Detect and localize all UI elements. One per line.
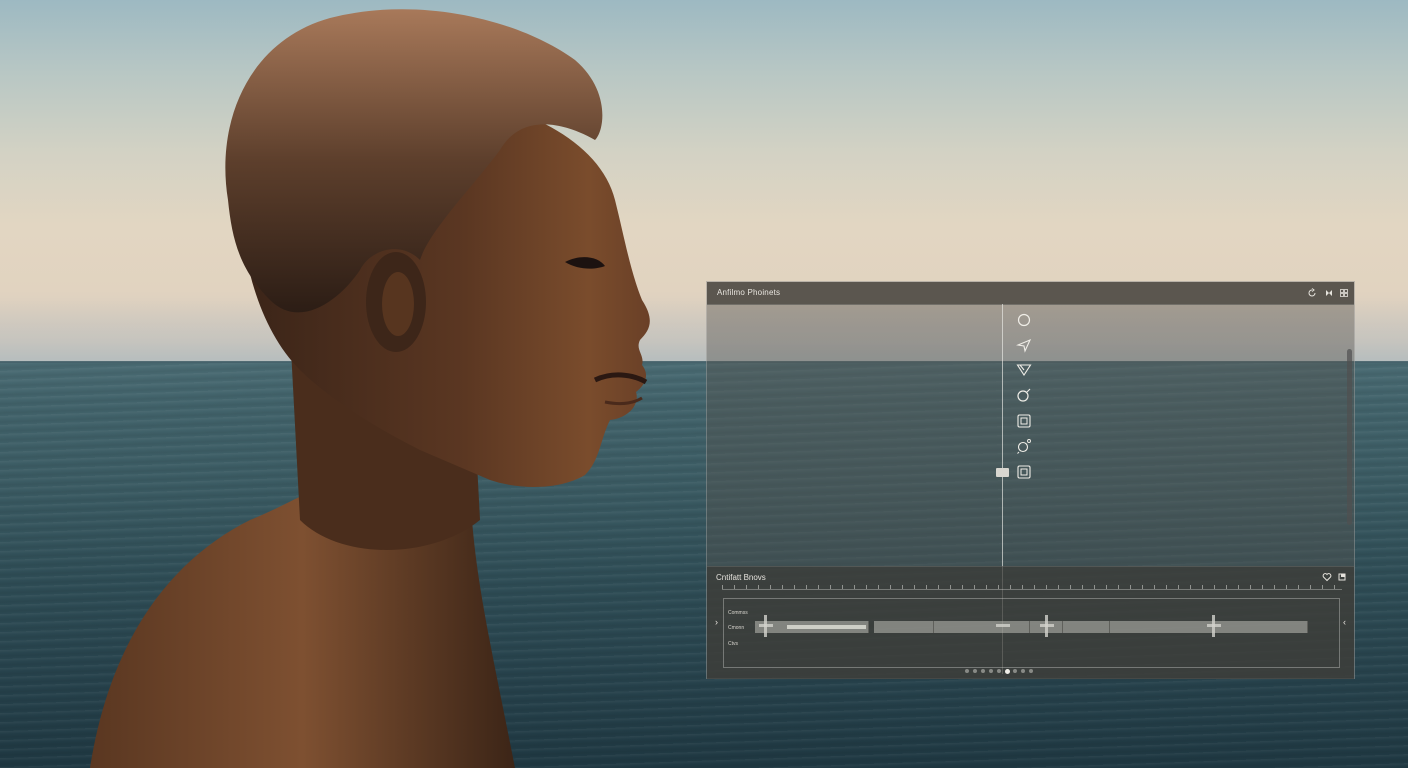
timeline-title: Cntifatt Bnovs bbox=[716, 573, 766, 582]
keyframe-marker-bar bbox=[996, 624, 1010, 627]
page-dot[interactable] bbox=[989, 669, 993, 673]
pen-arrow-tool-icon[interactable] bbox=[1016, 337, 1032, 353]
ring-tool-icon[interactable] bbox=[1016, 387, 1032, 403]
ruler-baseline bbox=[722, 589, 1342, 590]
bowtie-icon[interactable] bbox=[1324, 288, 1334, 298]
scroll-left-button[interactable]: › bbox=[715, 617, 718, 627]
clip-bar[interactable] bbox=[1110, 621, 1308, 633]
page-dot[interactable] bbox=[997, 669, 1001, 673]
circle-tool-icon[interactable] bbox=[1016, 312, 1032, 328]
square-tool-icon[interactable] bbox=[1016, 413, 1032, 429]
track-label: Ctvs bbox=[728, 641, 738, 647]
panel-titlebar: Anfilmo Phoinets bbox=[707, 282, 1354, 305]
page-dot[interactable] bbox=[981, 669, 985, 673]
clip-bar[interactable] bbox=[1063, 621, 1110, 633]
timeline-panel: Cntifatt Bnovs Commss Cmonn Ctvs › ‹ bbox=[707, 566, 1354, 679]
layers-icon[interactable] bbox=[1337, 572, 1347, 582]
person-silhouette bbox=[90, 9, 650, 768]
clip-highlight bbox=[787, 625, 867, 629]
vertical-scrollbar[interactable] bbox=[1347, 349, 1352, 525]
page-dot[interactable] bbox=[973, 669, 977, 673]
heart-icon[interactable] bbox=[1322, 572, 1332, 582]
page-dot[interactable] bbox=[1021, 669, 1025, 673]
playhead-handle[interactable] bbox=[996, 468, 1009, 477]
frame-tool-icon[interactable] bbox=[1016, 464, 1032, 480]
track-label: Commss bbox=[728, 610, 748, 616]
page-dot[interactable] bbox=[965, 669, 969, 673]
refresh-icon[interactable] bbox=[1307, 288, 1317, 298]
keyframe-marker-bar bbox=[1040, 624, 1054, 627]
page-dot[interactable] bbox=[1013, 669, 1017, 673]
panel-title: Anfilmo Phoinets bbox=[717, 288, 781, 297]
page-dot-active[interactable] bbox=[1005, 668, 1010, 674]
keyframe-marker-bar bbox=[1207, 624, 1221, 627]
triangle-tool-icon[interactable] bbox=[1016, 362, 1032, 378]
scroll-right-button[interactable]: ‹ bbox=[1343, 617, 1346, 627]
keyframe-marker-bar bbox=[759, 624, 773, 627]
animation-panel: Anfilmo Phoinets Cntifatt Bnovs Commss C… bbox=[706, 281, 1355, 679]
gear-tool-icon[interactable] bbox=[1016, 438, 1032, 454]
clip-bar[interactable] bbox=[934, 621, 1030, 633]
grid-icon[interactable] bbox=[1339, 288, 1349, 298]
track-area bbox=[723, 598, 1340, 668]
track-label: Cmonn bbox=[728, 625, 745, 631]
clip-bar[interactable] bbox=[874, 621, 934, 633]
page-dot[interactable] bbox=[1029, 669, 1033, 673]
